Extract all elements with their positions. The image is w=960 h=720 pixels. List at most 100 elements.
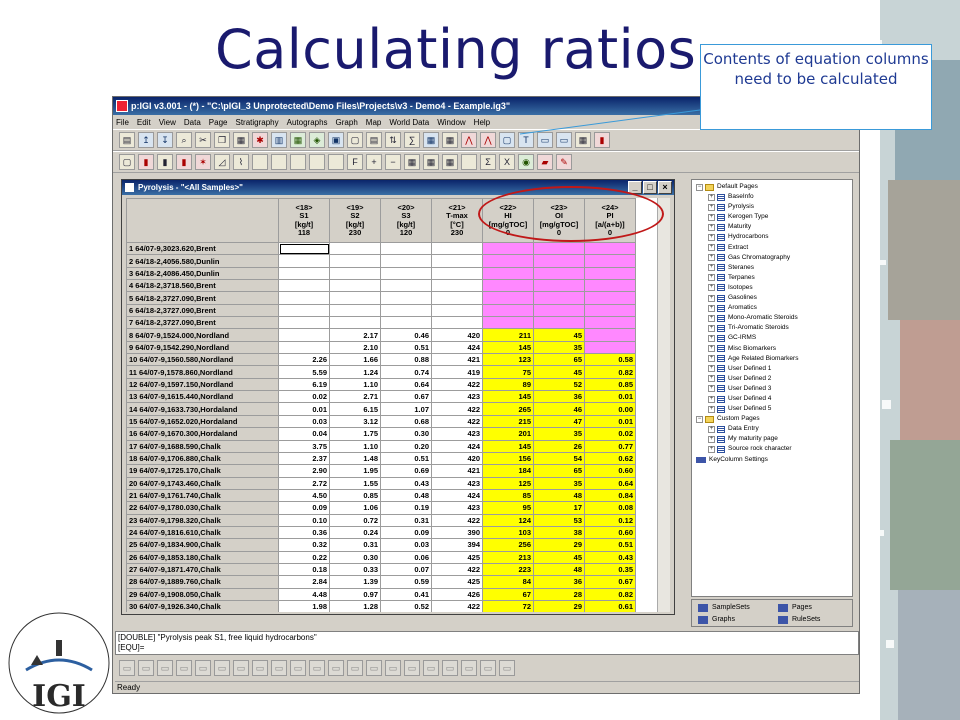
eq-12-button[interactable]: ▭ <box>328 660 344 676</box>
table-cell[interactable]: 0.32 <box>278 538 330 552</box>
table-cell[interactable]: 1.24 <box>329 365 381 379</box>
find-button[interactable]: ⌕ <box>176 132 192 148</box>
table-cell[interactable]: 0.43 <box>380 476 432 490</box>
table-cell[interactable]: 0.41 <box>380 587 432 601</box>
table-cell[interactable]: 48 <box>533 562 585 577</box>
row-header[interactable]: 7 64/18-2,3727.090,Brent <box>126 316 279 330</box>
table-cell[interactable] <box>431 266 483 281</box>
zoom-in-button[interactable]: + <box>366 154 382 170</box>
table-cell[interactable]: 423 <box>431 501 483 515</box>
tree-item[interactable]: + Terpanes <box>692 273 852 283</box>
row-header[interactable]: 28 64/07-9,1889.760,Chalk <box>126 575 279 589</box>
table-cell[interactable] <box>584 316 636 330</box>
table-cell[interactable]: 35 <box>533 476 585 490</box>
table-cell[interactable] <box>278 303 330 318</box>
table-cell[interactable] <box>329 266 381 281</box>
table-cell[interactable]: 394 <box>431 538 483 552</box>
expand-icon[interactable]: + <box>708 193 715 201</box>
row-header[interactable]: 9 64/07-9,1542.290,Nordland <box>126 340 279 355</box>
row-header[interactable]: 22 64/07-9,1780.030,Chalk <box>126 501 279 515</box>
table-cell[interactable]: 425 <box>431 550 483 564</box>
table-cell[interactable]: 423 <box>431 390 483 404</box>
row-header[interactable]: 19 64/07-9,1725.170,Chalk <box>126 464 279 478</box>
table-cell[interactable]: 1.07 <box>380 402 432 416</box>
row-header[interactable]: 12 64/07-9,1597.150,Nordland <box>126 377 279 392</box>
table-cell[interactable]: 0.01 <box>584 390 636 404</box>
table-cell[interactable]: 0.69 <box>380 464 432 478</box>
eq-10-button[interactable]: ▭ <box>290 660 306 676</box>
table-cell[interactable] <box>431 316 483 330</box>
tree-item[interactable]: + Extract <box>692 243 852 253</box>
table-cell[interactable] <box>329 291 381 305</box>
table-cell[interactable] <box>278 291 330 305</box>
eq-17-button[interactable]: ▭ <box>423 660 439 676</box>
table-cell[interactable]: 0.07 <box>380 562 432 577</box>
row-header[interactable]: 27 64/07-9,1871.470,Chalk <box>126 562 279 577</box>
table-cell[interactable] <box>584 241 636 256</box>
menu-item-autographs[interactable]: Autographs <box>287 118 328 127</box>
grid-button[interactable]: ▦ <box>442 132 458 148</box>
cut-button[interactable]: ✂ <box>195 132 211 148</box>
table-cell[interactable]: 0.01 <box>278 402 330 416</box>
expand-icon[interactable]: + <box>708 254 715 262</box>
eq-2-button[interactable]: ▭ <box>138 660 154 676</box>
row-header[interactable]: 29 64/07-9,1908.050,Chalk <box>126 587 279 601</box>
row-header[interactable]: 16 64/07-9,1670.300,Hordaland <box>126 427 279 441</box>
menu-item-stratigraphy[interactable]: Stratigraphy <box>235 118 278 127</box>
tree-item[interactable]: + BaseInfo <box>692 192 852 202</box>
table-cell[interactable]: 201 <box>482 427 534 441</box>
table-cell[interactable] <box>431 279 483 293</box>
expand-icon[interactable]: + <box>708 274 715 282</box>
tree-item[interactable]: + User Defined 2 <box>692 374 852 384</box>
eq-3-button[interactable]: ▭ <box>157 660 173 676</box>
table-cell[interactable]: 46 <box>533 402 585 416</box>
table-cell[interactable]: 29 <box>533 538 585 552</box>
formula-bar[interactable]: [DOUBLE] "Pyrolysis peak S1, free liquid… <box>115 631 859 655</box>
table-cell[interactable]: 0.01 <box>584 414 636 429</box>
expand-icon[interactable]: + <box>708 304 715 312</box>
expand-icon[interactable]: + <box>708 294 715 302</box>
text-button[interactable]: T <box>518 132 534 148</box>
grid-c-button[interactable]: ▦ <box>442 154 458 170</box>
table-cell[interactable]: 35 <box>533 340 585 355</box>
table-cell[interactable]: 1.66 <box>329 353 381 367</box>
import-button[interactable]: ↥ <box>138 132 154 148</box>
layers-button[interactable]: ▣ <box>328 132 344 148</box>
table-cell[interactable] <box>278 316 330 330</box>
expand-icon[interactable]: + <box>708 234 715 242</box>
chart-button[interactable]: ▥ <box>271 132 287 148</box>
table-cell[interactable]: 0.30 <box>380 427 432 441</box>
zoom-out-button[interactable]: − <box>385 154 401 170</box>
table-cell[interactable] <box>584 254 636 268</box>
eq-16-button[interactable]: ▭ <box>404 660 420 676</box>
table-cell[interactable]: 223 <box>482 562 534 577</box>
table-cell[interactable] <box>584 340 636 355</box>
table-cell[interactable]: 419 <box>431 365 483 379</box>
table-cell[interactable]: 0.02 <box>584 427 636 441</box>
sort-button[interactable]: ⇅ <box>385 132 401 148</box>
table-cell[interactable]: 0.09 <box>380 525 432 540</box>
tree-item[interactable]: + User Defined 1 <box>692 364 852 374</box>
table-cell[interactable]: 426 <box>431 587 483 601</box>
table-cell[interactable]: 156 <box>482 451 534 466</box>
table-cell[interactable]: 0.85 <box>329 488 381 503</box>
table-cell[interactable]: 17 <box>533 501 585 515</box>
filter-button[interactable]: ▤ <box>366 132 382 148</box>
tree-item[interactable]: + Misc Biomarkers <box>692 344 852 354</box>
grid-corner-header[interactable] <box>126 198 279 243</box>
table-cell[interactable]: 256 <box>482 538 534 552</box>
tree-item[interactable]: + Age Related Biomarkers <box>692 354 852 364</box>
table-cell[interactable]: 4.48 <box>278 587 330 601</box>
row-header[interactable]: 8 64/07-9,1524.000,Nordland <box>126 328 279 342</box>
table-cell[interactable] <box>278 254 330 268</box>
expand-icon[interactable]: + <box>708 345 715 353</box>
table-cell[interactable]: 123 <box>482 353 534 367</box>
table-cell[interactable]: 2.71 <box>329 390 381 404</box>
table-cell[interactable]: 0.02 <box>278 390 330 404</box>
table-cell[interactable] <box>278 279 330 293</box>
table-cell[interactable]: 0.84 <box>584 488 636 503</box>
close-button[interactable]: × <box>658 181 672 194</box>
table-cell[interactable]: 54 <box>533 451 585 466</box>
table-cell[interactable]: 125 <box>482 476 534 490</box>
table-cell[interactable] <box>329 241 381 256</box>
